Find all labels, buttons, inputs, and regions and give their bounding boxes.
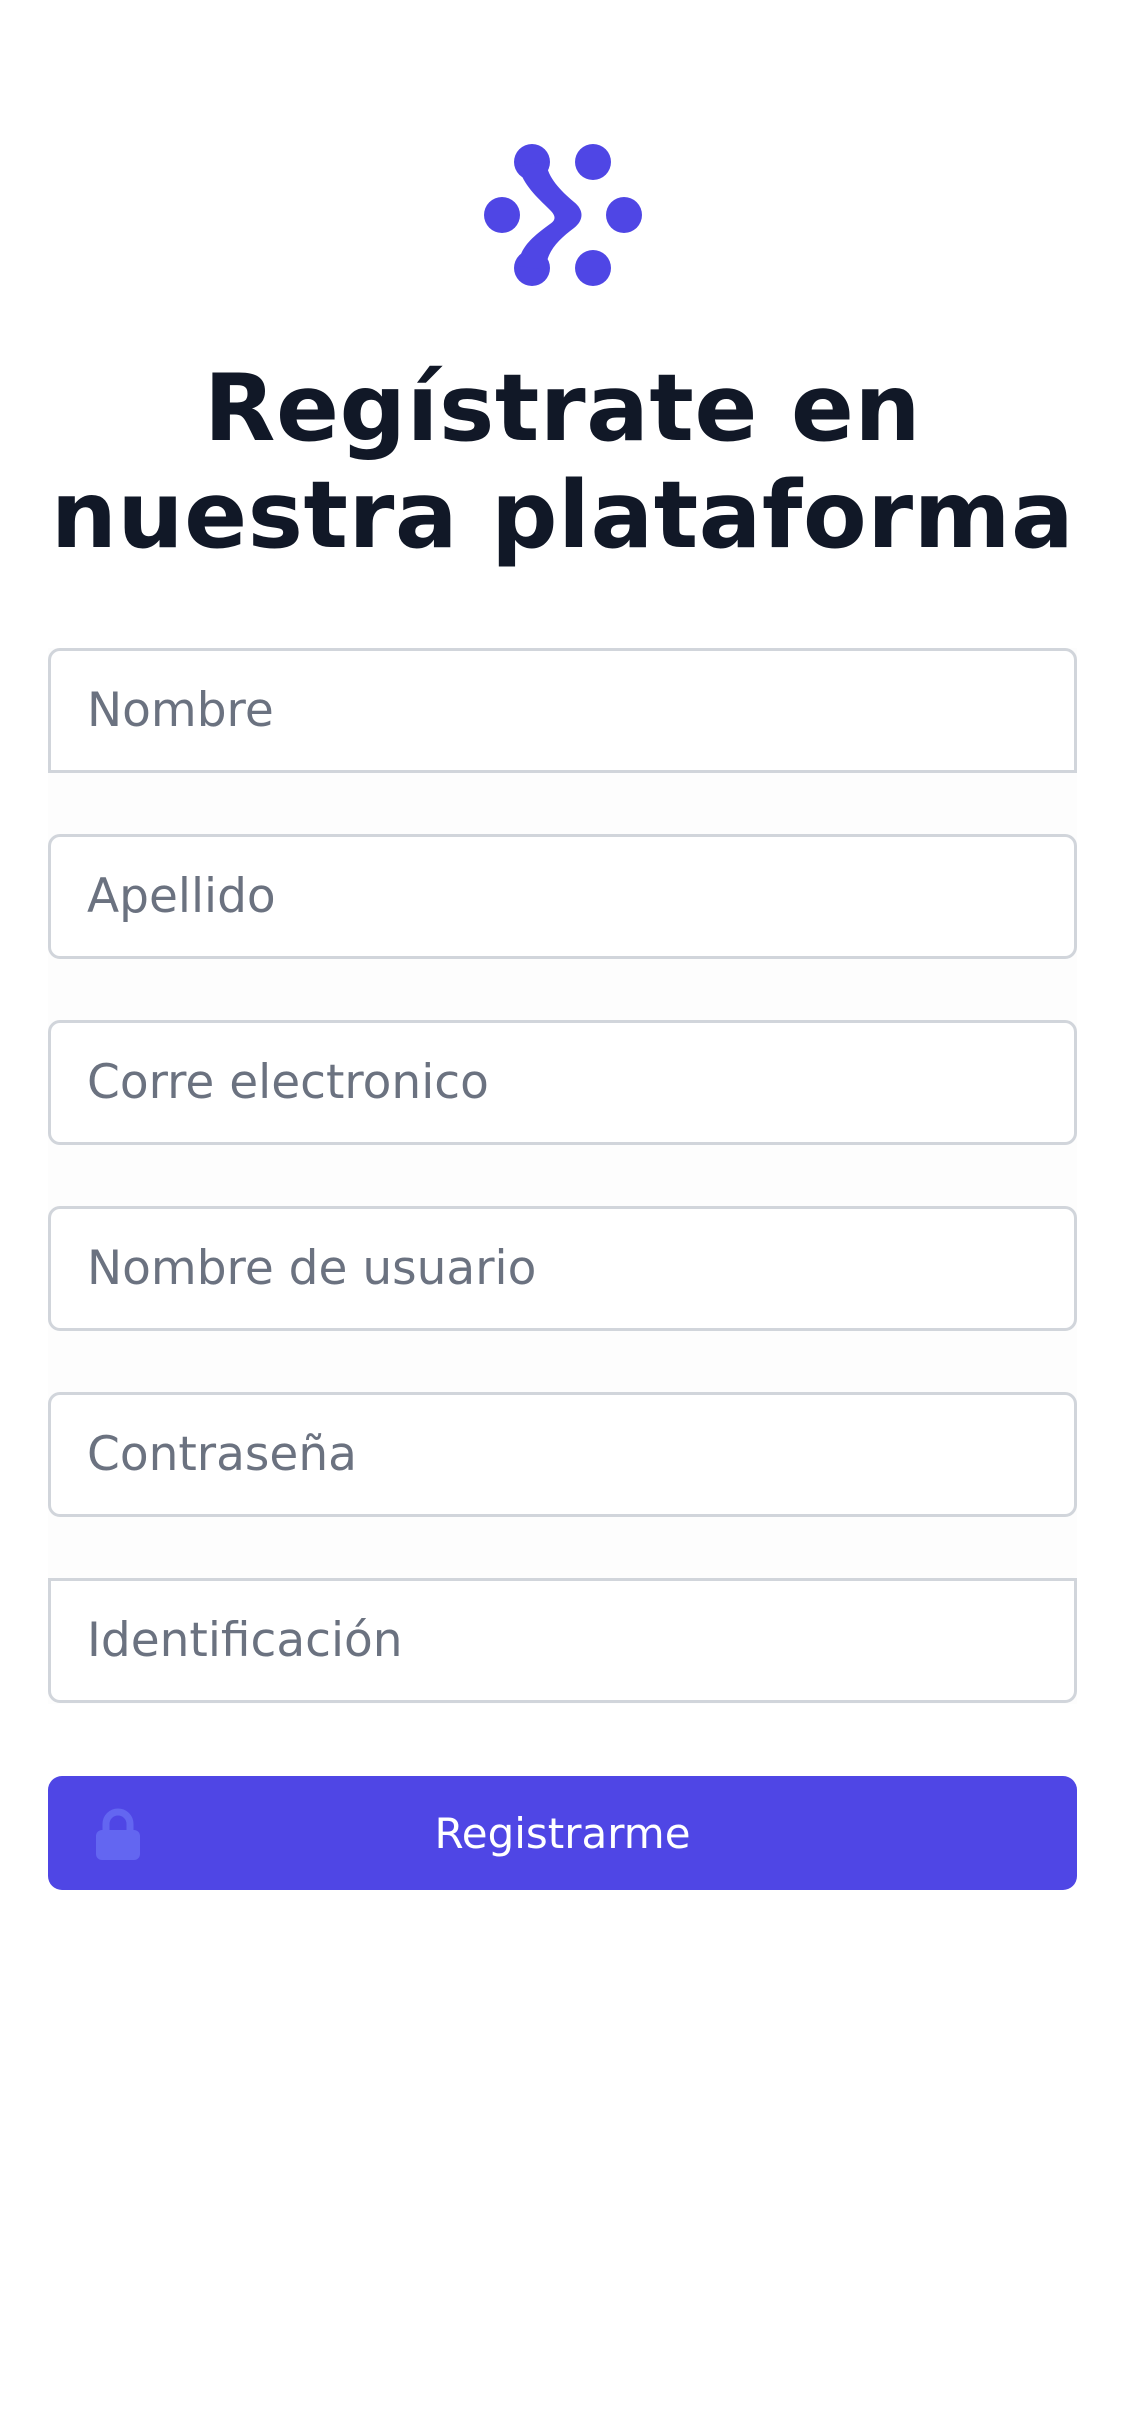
email-input[interactable] [87,1023,1038,1142]
title-line-2: nuestra plataforma [50,461,1075,569]
title-line-1: Regístrate en [203,354,922,462]
username-input[interactable] [87,1209,1038,1328]
username-field[interactable] [48,1206,1077,1331]
dots-logo-icon [484,144,642,286]
lock-icon [96,1808,140,1860]
last-name-input[interactable] [87,837,1038,956]
form-panel [48,648,1077,1704]
email-field[interactable] [48,1020,1077,1145]
register-button-label: Registrarme [434,1808,691,1858]
identification-field[interactable] [48,1578,1077,1703]
first-name-input[interactable] [87,651,1038,770]
last-name-field[interactable] [48,834,1077,959]
register-page: Regístrate en nuestra plataforma Registr… [0,0,1125,2436]
identification-input[interactable] [87,1581,1038,1700]
password-field[interactable] [48,1392,1077,1517]
register-button[interactable]: Registrarme [48,1776,1077,1890]
page-title: Regístrate en nuestra plataforma [48,355,1077,569]
password-input[interactable] [87,1395,1038,1514]
first-name-field[interactable] [48,648,1077,773]
